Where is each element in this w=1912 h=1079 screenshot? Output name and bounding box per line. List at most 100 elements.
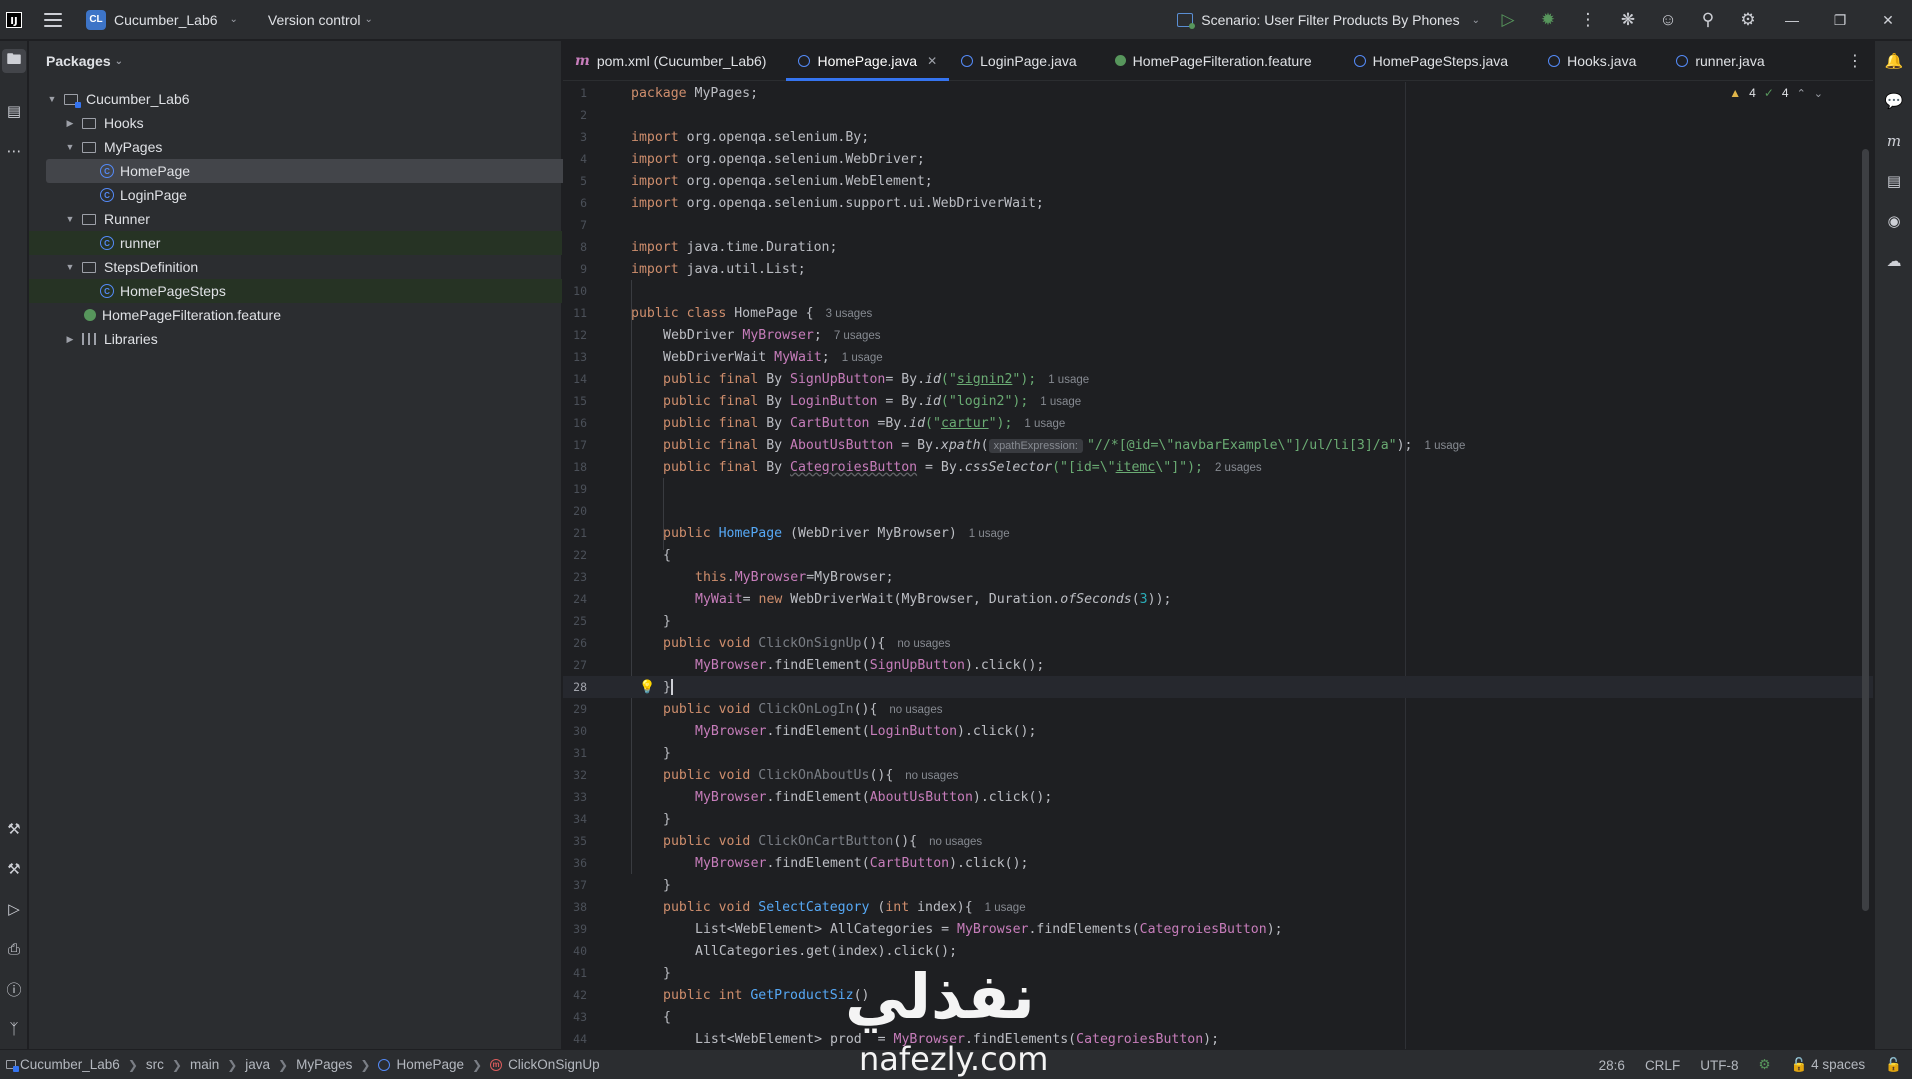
tab-loginpage-java[interactable]: LoginPage.java: [949, 41, 1089, 80]
services-icon[interactable]: ⚒: [2, 817, 26, 841]
copilot-icon[interactable]: ◉: [1882, 209, 1906, 233]
read-only-toggle-icon[interactable]: 🔓: [1885, 1057, 1902, 1073]
search-icon[interactable]: ⚲: [1688, 0, 1728, 40]
vertical-scrollbar[interactable]: [1862, 149, 1869, 911]
problems-icon[interactable]: ⓘ: [2, 977, 26, 1001]
file-encoding[interactable]: UTF-8: [1700, 1058, 1738, 1073]
usages-hint[interactable]: 1 usage: [1425, 440, 1466, 452]
code-with-me-icon[interactable]: ☺: [1648, 0, 1688, 40]
usages-hint[interactable]: 3 usages: [826, 308, 873, 320]
maven-icon[interactable]: m: [1882, 129, 1906, 153]
version-control-menu[interactable]: Version control ⌄: [260, 8, 381, 32]
tree-item-cucumber-lab6[interactable]: ▼ Cucumber_Lab6: [29, 87, 562, 111]
debug-icon[interactable]: ✹: [1528, 0, 1568, 40]
tab-pom-xml[interactable]: m pom.xml (Cucumber_Lab6): [563, 41, 778, 80]
usages-hint[interactable]: 1 usage: [1048, 374, 1089, 386]
package-folder-icon: [82, 213, 96, 225]
inspection-widget[interactable]: ▲ 4 ✓ 4 ⌃ ⌄: [1729, 86, 1823, 100]
restore-icon[interactable]: ❐: [1816, 0, 1864, 40]
token: id: [925, 371, 941, 387]
tree-item-feature-file[interactable]: HomePageFilteration.feature: [29, 303, 562, 327]
main-menu-icon[interactable]: [44, 12, 62, 27]
breadcrumb-project[interactable]: Cucumber_Lab6: [6, 1057, 120, 1072]
ai-assistant-icon[interactable]: ❋: [1608, 0, 1648, 40]
tree-item-homepagesteps[interactable]: C HomePageSteps: [29, 279, 562, 303]
structure-icon[interactable]: ▤: [2, 99, 26, 123]
breadcrumb-main[interactable]: main: [190, 1057, 219, 1072]
build-icon[interactable]: ⚒: [2, 857, 26, 881]
tree-item-stepsdefinition[interactable]: ▼ StepsDefinition: [29, 255, 562, 279]
more-tabs-icon[interactable]: ⋮: [1847, 41, 1863, 81]
tab-runner-java[interactable]: runner.java: [1664, 41, 1776, 80]
token: }: [663, 877, 671, 893]
tree-item-runner-package[interactable]: ▼ Runner: [29, 207, 562, 231]
right-tool-stripe: 🔔 💬 m ▤ ◉ ☁: [1874, 41, 1912, 1049]
breadcrumb-src[interactable]: src: [146, 1057, 164, 1072]
breadcrumb-method[interactable]: m ClickOnSignUp: [490, 1057, 600, 1072]
tab-homepage-java[interactable]: HomePage.java ✕: [786, 41, 949, 81]
cloud-icon[interactable]: ☁: [1882, 249, 1906, 273]
more-tools-icon[interactable]: ⋯: [2, 139, 26, 163]
close-window-icon[interactable]: ✕: [1864, 0, 1912, 40]
line-separator[interactable]: CRLF: [1645, 1058, 1680, 1073]
usages-hint[interactable]: 2 usages: [1215, 462, 1262, 474]
notifications-bell-icon[interactable]: 🔔: [1882, 49, 1906, 73]
plugin-status-icon[interactable]: ⚙: [1758, 1057, 1770, 1073]
tree-item-loginpage[interactable]: C LoginPage: [29, 183, 562, 207]
chevron-down-icon[interactable]: ▼: [46, 94, 58, 104]
terminal-icon[interactable]: ⎙: [2, 937, 26, 961]
chevron-down-icon[interactable]: ▼: [64, 142, 76, 152]
token: MyBrowser: [957, 921, 1029, 937]
more-actions-icon[interactable]: ⋮: [1568, 0, 1608, 40]
run-panel-icon[interactable]: ▷: [2, 897, 26, 921]
breadcrumb-java[interactable]: java: [245, 1057, 270, 1072]
breadcrumb-homepage[interactable]: HomePage: [378, 1057, 464, 1072]
chevron-right-icon[interactable]: ▶: [64, 334, 76, 345]
package-folder-icon: [82, 117, 96, 129]
tab-feature-file[interactable]: HomePageFilteration.feature: [1103, 41, 1324, 80]
usages-hint[interactable]: no usages: [905, 770, 958, 782]
token: public void: [663, 833, 759, 849]
usages-hint[interactable]: no usages: [929, 836, 982, 848]
code-editor[interactable]: 1 package MyPages; 2 3 import org.openqa.s…: [563, 82, 1873, 1049]
next-highlight-icon[interactable]: ⌄: [1814, 87, 1823, 100]
code-line: 8 import java.time.Duration;: [563, 236, 1873, 258]
usages-hint[interactable]: 1 usage: [1040, 396, 1081, 408]
minimize-icon[interactable]: —: [1768, 0, 1816, 40]
run-icon[interactable]: ▷: [1488, 0, 1528, 40]
close-tab-icon[interactable]: ✕: [927, 54, 937, 68]
previous-highlight-icon[interactable]: ⌃: [1797, 87, 1806, 100]
tree-item-hooks[interactable]: ▶ Hooks: [29, 111, 562, 135]
usages-hint[interactable]: 1 usage: [1024, 418, 1065, 430]
code-line-current: 28 💡}: [563, 676, 1873, 698]
usages-hint[interactable]: 1 usage: [842, 352, 883, 364]
tree-item-homepage[interactable]: C HomePage: [46, 159, 568, 183]
tree-item-mypages[interactable]: ▼ MyPages: [29, 135, 562, 159]
usages-hint[interactable]: no usages: [889, 704, 942, 716]
tab-hooks-java[interactable]: Hooks.java: [1536, 41, 1648, 80]
chevron-down-icon[interactable]: ▼: [64, 262, 76, 272]
chevron-right-icon[interactable]: ▶: [64, 118, 76, 129]
breadcrumb-mypages[interactable]: MyPages: [296, 1057, 352, 1072]
settings-gear-icon[interactable]: ⚙: [1728, 0, 1768, 40]
usages-hint[interactable]: 1 usage: [985, 902, 1026, 914]
tab-homepagesteps-java[interactable]: HomePageSteps.java: [1342, 41, 1520, 80]
indent-settings[interactable]: 🔓 4 spaces: [1791, 1057, 1866, 1073]
line-number: 31: [573, 746, 587, 760]
lightbulb-icon[interactable]: 💡: [639, 680, 655, 695]
usages-hint[interactable]: 1 usage: [969, 528, 1010, 540]
usages-hint[interactable]: no usages: [897, 638, 950, 650]
usages-hint[interactable]: 7 usages: [834, 330, 881, 342]
tree-item-libraries[interactable]: ▶ Libraries: [29, 327, 562, 351]
run-configuration-selector[interactable]: Scenario: User Filter Products By Phones…: [1169, 8, 1488, 32]
ai-chat-icon[interactable]: 💬: [1882, 89, 1906, 113]
caret-position[interactable]: 28:6: [1599, 1058, 1625, 1073]
tree-item-runner-class[interactable]: Crunner: [29, 231, 562, 255]
database-icon[interactable]: ▤: [1882, 169, 1906, 193]
project-switcher[interactable]: CL Cucumber_Lab6 ⌄: [78, 6, 246, 34]
git-icon[interactable]: ᛉ: [2, 1017, 26, 1041]
check-count: 4: [1781, 86, 1789, 100]
packages-view-selector[interactable]: Packages ⌄: [29, 41, 561, 81]
project-folder-icon[interactable]: 🖿: [2, 49, 26, 73]
chevron-down-icon[interactable]: ▼: [64, 214, 76, 224]
